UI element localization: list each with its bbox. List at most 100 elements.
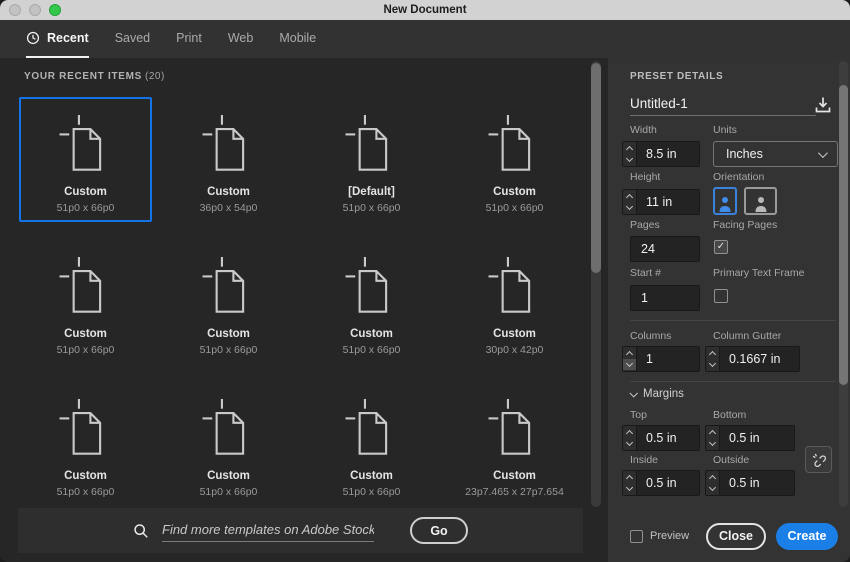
margin-top-step-down[interactable]: [623, 438, 636, 449]
recent-items-heading-text: YOUR RECENT ITEMS: [24, 71, 143, 82]
template-name: Custom: [493, 470, 536, 482]
create-button[interactable]: Create: [776, 522, 838, 550]
close-window-button[interactable]: [9, 4, 21, 16]
traffic-lights: [9, 4, 61, 16]
margin-inside-label: Inside: [630, 454, 659, 466]
document-icon: [201, 399, 257, 459]
template-card[interactable]: Custom 51p0 x 66p0: [19, 381, 152, 506]
template-card[interactable]: Custom 51p0 x 66p0: [305, 381, 438, 506]
preview-checkbox[interactable]: [630, 529, 643, 543]
scrollbar-thumb[interactable]: [591, 63, 601, 273]
margin-top-input[interactable]: [637, 426, 699, 450]
close-button[interactable]: Close: [706, 522, 766, 550]
scrollbar-thumb[interactable]: [839, 85, 848, 385]
primary-text-frame-checkbox[interactable]: [714, 289, 728, 303]
margin-outside-input[interactable]: [720, 471, 794, 495]
template-dims: 51p0 x 66p0: [56, 202, 115, 214]
save-preset-icon: [815, 97, 831, 113]
template-name: Custom: [207, 470, 250, 482]
width-input[interactable]: [637, 142, 699, 166]
template-card[interactable]: Custom 36p0 x 54p0: [162, 97, 295, 222]
start-number-label: Start #: [630, 267, 661, 279]
width-step-down[interactable]: [623, 154, 636, 165]
go-button[interactable]: Go: [410, 517, 468, 544]
template-card[interactable]: Custom 51p0 x 66p0: [448, 97, 581, 222]
column-gutter-step-up[interactable]: [706, 348, 719, 359]
margin-outside-step-down[interactable]: [706, 483, 719, 494]
chevron-down-icon: [817, 147, 828, 158]
template-card[interactable]: Custom 51p0 x 66p0: [162, 381, 295, 506]
save-preset-button[interactable]: [813, 94, 835, 116]
margin-bottom-step-up[interactable]: [706, 427, 719, 438]
margins-section-toggle[interactable]: Margins: [629, 388, 684, 400]
template-dims: 51p0 x 66p0: [342, 486, 401, 498]
margin-inside-input[interactable]: [637, 471, 699, 495]
column-gutter-input[interactable]: [720, 347, 799, 371]
template-card[interactable]: Custom 51p0 x 66p0: [162, 239, 295, 364]
pages-input[interactable]: [630, 236, 700, 262]
document-icon: [487, 115, 543, 175]
height-input[interactable]: [637, 190, 699, 214]
margin-bottom-step-down[interactable]: [706, 438, 719, 449]
recent-items-count: (20): [145, 71, 165, 82]
margin-bottom-input[interactable]: [720, 426, 794, 450]
template-card[interactable]: Custom 51p0 x 66p0: [19, 239, 152, 364]
tab-saved[interactable]: Saved: [115, 20, 150, 58]
start-number-input[interactable]: [630, 285, 700, 311]
tab-mobile[interactable]: Mobile: [279, 20, 316, 58]
chevron-up-icon: [625, 193, 634, 202]
link-margins-button[interactable]: [805, 446, 832, 473]
orientation-landscape-button[interactable]: [744, 187, 777, 215]
height-step-down[interactable]: [623, 202, 636, 213]
template-card[interactable]: [Default] 51p0 x 66p0: [305, 97, 438, 222]
recent-items-pane: YOUR RECENT ITEMS (20) Custom 51p0 x 66p0…: [0, 58, 608, 562]
template-card[interactable]: Custom 30p0 x 42p0: [448, 239, 581, 364]
preset-panel-scrollbar[interactable]: [839, 61, 848, 507]
chevron-down-icon: [625, 202, 634, 211]
template-name: Custom: [207, 328, 250, 340]
zoom-window-button[interactable]: [49, 4, 61, 16]
columns-step-down[interactable]: [623, 359, 636, 370]
tab-print[interactable]: Print: [176, 20, 202, 58]
width-label: Width: [630, 124, 657, 136]
chevron-up-icon: [708, 350, 717, 359]
stock-search-input[interactable]: [162, 519, 374, 542]
units-label: Units: [713, 124, 737, 136]
chevron-up-icon: [708, 474, 717, 483]
new-document-dialog: New Document Recent Saved Print Web Mobi…: [0, 0, 850, 562]
tab-web[interactable]: Web: [228, 20, 253, 58]
chevron-up-icon: [625, 429, 634, 438]
template-card[interactable]: Custom 51p0 x 66p0: [305, 239, 438, 364]
minimize-window-button[interactable]: [29, 4, 41, 16]
margin-inside-step-up[interactable]: [623, 472, 636, 483]
column-gutter-step-down[interactable]: [706, 359, 719, 370]
template-card[interactable]: Custom 23p7.465 x 27p7.654: [448, 381, 581, 506]
tab-mobile-label: Mobile: [279, 31, 317, 45]
tab-recent[interactable]: Recent: [26, 20, 89, 58]
column-gutter-label: Column Gutter: [713, 330, 782, 342]
margin-top-step-up[interactable]: [623, 427, 636, 438]
height-step-up[interactable]: [623, 191, 636, 202]
template-name: Custom: [493, 328, 536, 340]
units-dropdown[interactable]: Inches: [713, 141, 838, 167]
recent-grid-scrollbar[interactable]: [591, 61, 601, 507]
preset-details-panel: PRESET DETAILS Width Units Inches: [608, 58, 850, 562]
margin-inside-field: [622, 470, 700, 496]
template-name: [Default]: [348, 186, 395, 198]
margin-bottom-label: Bottom: [713, 409, 747, 421]
columns-input[interactable]: [637, 347, 699, 371]
margin-outside-step-up[interactable]: [706, 472, 719, 483]
orientation-portrait-button[interactable]: [713, 187, 737, 215]
columns-step-up[interactable]: [623, 348, 636, 359]
template-name: Custom: [350, 328, 393, 340]
template-card-selected[interactable]: Custom 51p0 x 66p0: [19, 97, 152, 222]
window-title: New Document: [383, 4, 467, 16]
template-name: Custom: [64, 186, 107, 198]
facing-pages-label: Facing Pages: [713, 219, 778, 231]
columns-label: Columns: [630, 330, 672, 342]
facing-pages-checkbox[interactable]: [714, 240, 728, 254]
template-dims: 30p0 x 42p0: [485, 344, 544, 356]
margin-inside-step-down[interactable]: [623, 483, 636, 494]
preset-name-input[interactable]: [630, 92, 816, 116]
width-step-up[interactable]: [623, 143, 636, 154]
